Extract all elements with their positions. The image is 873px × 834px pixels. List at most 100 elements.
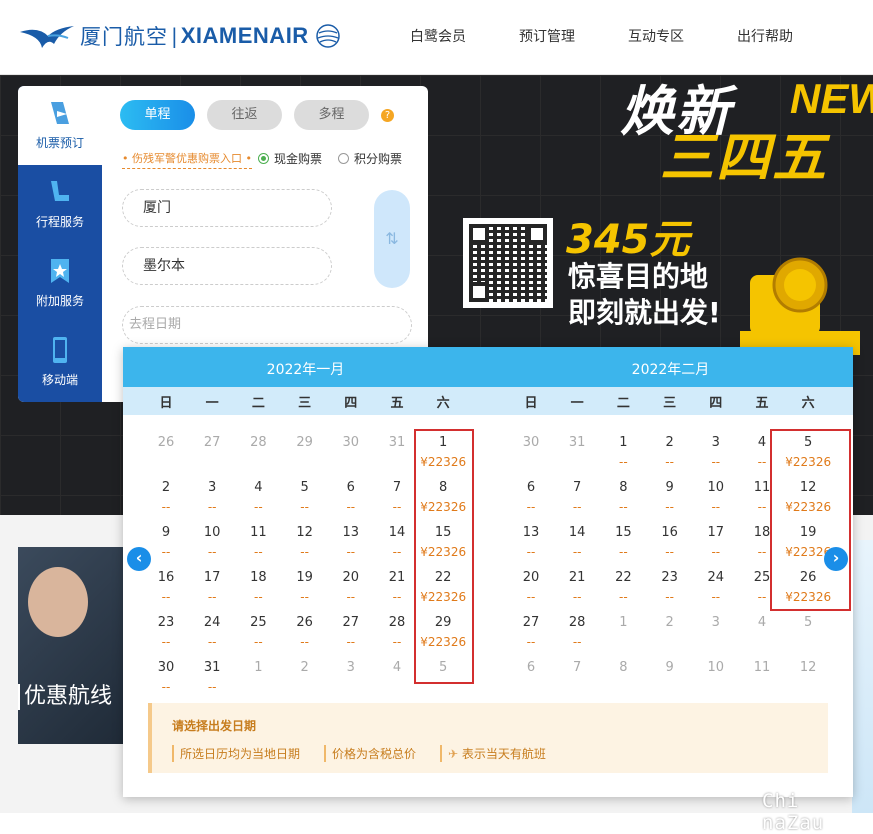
destination-field[interactable]: 墨尔本 xyxy=(122,247,332,285)
calendar-day[interactable]: 13 -- xyxy=(508,519,554,564)
radio-points[interactable]: 积分购票 xyxy=(338,150,402,167)
calendar-day[interactable]: 8 -- xyxy=(600,474,646,519)
day-price: -- xyxy=(161,500,171,514)
calendar-day[interactable]: 23 -- xyxy=(143,609,189,654)
day-price: -- xyxy=(346,590,356,604)
calendar-day[interactable]: 11 -- xyxy=(235,519,281,564)
calendar-day[interactable]: 30 -- xyxy=(143,654,189,699)
day-number: 8 xyxy=(619,480,628,495)
help-icon[interactable]: ? xyxy=(381,108,394,122)
day-number: 24 xyxy=(203,615,221,630)
calendar-day[interactable]: 2 -- xyxy=(143,474,189,519)
day-number: 4 xyxy=(254,480,263,495)
trip-type-tabs: 单程 往返 多程 ? xyxy=(120,100,394,130)
day-number: 12 xyxy=(799,660,817,675)
sidebar-item-flight-booking[interactable]: 机票预订 xyxy=(18,86,102,165)
calendar-day[interactable]: 16 -- xyxy=(647,519,693,564)
promo-card-title[interactable]: 优惠航线 xyxy=(18,684,128,710)
calendar-day[interactable]: 27 -- xyxy=(508,609,554,654)
calendar-day[interactable]: 10 -- xyxy=(693,474,739,519)
calendar-day[interactable]: 22 -- xyxy=(600,564,646,609)
mobile-phone-icon xyxy=(53,337,67,363)
calendar-day[interactable]: 10 -- xyxy=(189,519,235,564)
day-number: 20 xyxy=(522,570,540,585)
calendar-day[interactable]: 27 -- xyxy=(328,609,374,654)
nav-travel-help[interactable]: 出行帮助 xyxy=(737,26,793,46)
calendar-day[interactable]: 14 -- xyxy=(554,519,600,564)
departure-date-field[interactable]: 去程日期 xyxy=(122,306,412,344)
plane-icon: ✈ xyxy=(448,747,462,761)
day-number: 10 xyxy=(203,525,221,540)
star-icon: • xyxy=(122,152,129,165)
calendar-day[interactable]: 19 -- xyxy=(282,564,328,609)
sidebar-item-label: 附加服务 xyxy=(35,294,84,308)
calendar-day[interactable]: 15 -- xyxy=(600,519,646,564)
calendar-day[interactable]: 3 -- xyxy=(189,474,235,519)
tab-multi-city[interactable]: 多程 xyxy=(294,100,369,130)
calendar-day[interactable]: 1 -- xyxy=(600,429,646,474)
note-tax-included: 价格为含税总价 xyxy=(324,745,416,762)
qr-eye xyxy=(527,224,547,244)
day-number: 30 xyxy=(342,435,360,450)
next-month-button[interactable]: › xyxy=(824,547,848,571)
calendar-day[interactable]: 17 -- xyxy=(189,564,235,609)
calendar-day[interactable]: 23 -- xyxy=(647,564,693,609)
day-number: 2 xyxy=(300,660,309,675)
calendar-day[interactable]: 31 -- xyxy=(189,654,235,699)
day-number: 6 xyxy=(346,480,355,495)
calendar-day[interactable]: 20 -- xyxy=(328,564,374,609)
day-price: -- xyxy=(161,590,171,604)
tab-one-way[interactable]: 单程 xyxy=(120,100,195,130)
day-number: 23 xyxy=(157,615,175,630)
radio-cash[interactable]: 现金购票 xyxy=(258,150,322,167)
day-number: 22 xyxy=(615,570,632,585)
calendar-day[interactable]: 2 -- xyxy=(647,429,693,474)
day-number: 23 xyxy=(661,570,678,585)
calendar-day[interactable]: 24 -- xyxy=(189,609,235,654)
tab-round-trip[interactable]: 往返 xyxy=(207,100,282,130)
calendar-day: 2 xyxy=(282,654,328,699)
nav-egret-member[interactable]: 白鹭会员 xyxy=(410,26,466,46)
banner-title-345: 三四五 xyxy=(660,126,828,189)
calendar-day[interactable]: 18 -- xyxy=(235,564,281,609)
nav-booking-management[interactable]: 预订管理 xyxy=(519,26,575,46)
calendar-day[interactable]: 25 -- xyxy=(235,609,281,654)
calendar-day[interactable]: 20 -- xyxy=(508,564,554,609)
weekday-label: 六 xyxy=(436,396,450,411)
calendar-day[interactable]: 28 -- xyxy=(554,609,600,654)
calendar-day[interactable]: 12 -- xyxy=(282,519,328,564)
calendar-day[interactable]: 3 -- xyxy=(693,429,739,474)
calendar-day[interactable]: 24 -- xyxy=(693,564,739,609)
calendar-day: 27 xyxy=(189,429,235,474)
origin-field[interactable]: 厦门 xyxy=(122,189,332,227)
calendar-day[interactable]: 16 -- xyxy=(143,564,189,609)
xiamenair-logo[interactable]: 厦门航空 | XIAMENAIR xyxy=(18,20,345,52)
swap-cities-button[interactable]: ⇅ xyxy=(374,190,410,288)
calendar-day[interactable]: 6 -- xyxy=(328,474,374,519)
disabled-military-promo-link[interactable]: • 伤残军警优惠购票入口 • xyxy=(122,150,252,169)
calendar-day[interactable]: 7 -- xyxy=(554,474,600,519)
promo-card-image[interactable] xyxy=(18,547,128,744)
calendar-day[interactable]: 13 -- xyxy=(328,519,374,564)
nav-interactive-zone[interactable]: 互动专区 xyxy=(628,26,684,46)
sidebar-item-mobile[interactable]: 移动端 xyxy=(18,323,102,402)
day-price: -- xyxy=(207,545,217,559)
day-number: 27 xyxy=(522,615,540,630)
prev-month-button[interactable]: ‹ xyxy=(127,547,151,571)
day-price: -- xyxy=(526,635,536,649)
main-nav: 白鹭会员 预订管理 互动专区 出行帮助 xyxy=(410,26,846,46)
weekday-label: 日 xyxy=(524,396,538,411)
calendar-day[interactable]: 21 -- xyxy=(554,564,600,609)
calendar-day[interactable]: 6 -- xyxy=(508,474,554,519)
calendar-day[interactable]: 9 -- xyxy=(647,474,693,519)
calendar-day[interactable]: 4 -- xyxy=(235,474,281,519)
calendar-day[interactable]: 26 -- xyxy=(282,609,328,654)
qr-eye xyxy=(469,224,489,244)
sidebar-item-trip-service[interactable]: 行程服务 xyxy=(18,165,102,244)
calendar-day[interactable]: 17 -- xyxy=(693,519,739,564)
sidebar-item-add-service[interactable]: 附加服务 xyxy=(18,244,102,323)
calendar-day[interactable]: 5 -- xyxy=(282,474,328,519)
day-number: 5 xyxy=(804,615,813,630)
weekday-label: 五 xyxy=(390,396,404,411)
day-number: 6 xyxy=(526,480,536,495)
